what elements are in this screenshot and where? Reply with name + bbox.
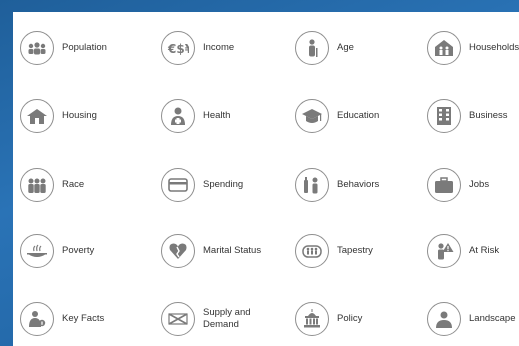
poverty-icon [20,234,54,268]
key-facts-icon [20,302,54,336]
category-education[interactable]: Education [295,96,419,136]
category-behaviors[interactable]: Behaviors [295,165,419,205]
category-health[interactable]: Health [161,96,285,136]
category-key-facts[interactable]: Key Facts [20,299,144,339]
category-label: Education [337,110,380,121]
category-label: Behaviors [337,179,380,190]
age-icon [295,31,329,65]
category-panel: Population €$¥ Income Age Households Housing H… [13,12,519,346]
business-icon [427,99,461,133]
category-population[interactable]: Population [20,28,144,68]
category-at-risk[interactable]: At Risk [427,231,519,271]
category-age[interactable]: Age [295,28,419,68]
at-risk-icon [427,234,461,268]
education-icon [295,99,329,133]
category-label: Race [62,179,85,190]
category-policy[interactable]: Policy [295,299,419,339]
jobs-icon [427,168,461,202]
category-poverty[interactable]: Poverty [20,231,144,271]
marital-status-icon [161,234,195,268]
category-label: Marital Status [203,245,262,256]
tapestry-icon [295,234,329,268]
policy-icon [295,302,329,336]
landscape-icon [427,302,461,336]
category-label: Tapestry [337,245,373,256]
category-label: Spending [203,179,244,190]
category-grid: Population €$¥ Income Age Households Housing H… [13,12,519,346]
category-label: Housing [62,110,97,121]
category-label: Key Facts [62,313,105,324]
category-landscape[interactable]: Landscape [427,299,519,339]
category-label: Poverty [62,245,95,256]
svg-text:€$¥: €$¥ [167,42,189,56]
category-marital-status[interactable]: Marital Status [161,231,285,271]
category-label: Population [62,42,107,53]
category-label: At Risk [469,245,500,256]
category-label: Health [203,110,231,121]
category-jobs[interactable]: Jobs [427,165,519,205]
supply-and-demand-icon [161,302,195,336]
population-icon [20,31,54,65]
category-label: Business [469,110,508,121]
category-label: Supply and Demand [203,307,251,330]
category-label: Income [203,42,235,53]
spending-icon [161,168,195,202]
category-label: Age [337,42,354,53]
category-housing[interactable]: Housing [20,96,144,136]
category-income[interactable]: €$¥ Income [161,28,285,68]
category-spending[interactable]: Spending [161,165,285,205]
category-race[interactable]: Race [20,165,144,205]
category-label: Jobs [469,179,490,190]
category-households[interactable]: Households [427,28,519,68]
housing-icon [20,99,54,133]
health-icon [161,99,195,133]
category-business[interactable]: Business [427,96,519,136]
behaviors-icon [295,168,329,202]
category-tapestry[interactable]: Tapestry [295,231,419,271]
income-icon: €$¥ [161,31,195,65]
race-icon [20,168,54,202]
category-supply-and-demand[interactable]: Supply and Demand [161,299,285,339]
category-label: Policy [337,313,363,324]
category-label: Landscape [469,313,516,324]
category-label: Households [469,42,519,53]
households-icon [427,31,461,65]
